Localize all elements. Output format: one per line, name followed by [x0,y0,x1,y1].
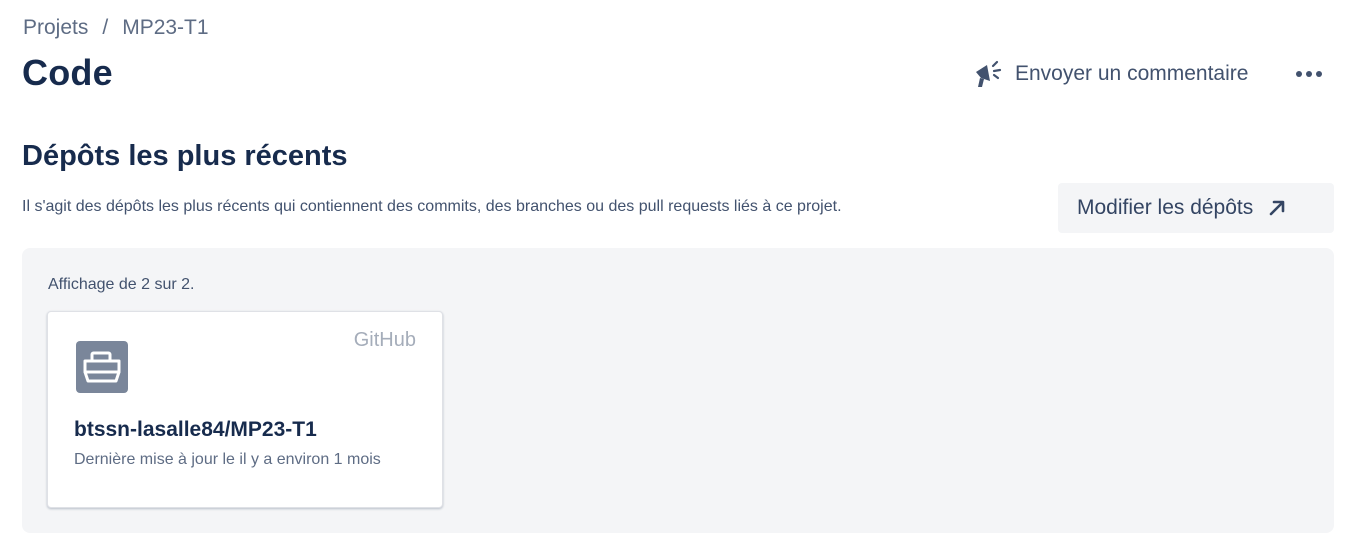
section-title: Dépôts les plus récents [22,140,348,172]
more-horizontal-icon [1296,71,1302,77]
repository-name: btssn-lasalle84/MP23-T1 [74,418,317,441]
arrow-up-right-icon [1267,198,1287,218]
breadcrumb: Projets / MP23-T1 [23,16,209,40]
edit-repositories-label: Modifier les dépôts [1077,196,1254,219]
repositories-panel: Affichage de 2 sur 2. GitHub btssn-lasal… [22,248,1334,533]
send-feedback-button[interactable]: Envoyer un commentaire [973,58,1248,90]
repository-provider: GitHub [353,329,416,351]
more-horizontal-icon-dot [1316,71,1322,77]
breadcrumb-separator: / [102,16,109,39]
page-title: Code [22,52,113,93]
repository-card[interactable]: GitHub btssn-lasalle84/MP23-T1 Dernière … [47,311,443,508]
section-description: Il s'agit des dépôts les plus récents qu… [22,198,842,215]
repository-boat-icon [76,341,128,393]
breadcrumb-projects-link[interactable]: Projets [23,16,88,40]
more-actions-button[interactable] [1290,60,1328,88]
repository-updated: Dernière mise à jour le il y a environ 1… [74,451,381,468]
repositories-count: Affichage de 2 sur 2. [48,276,195,293]
send-feedback-label: Envoyer un commentaire [1015,62,1249,85]
megaphone-icon [973,58,1005,90]
breadcrumb-project-link[interactable]: MP23-T1 [122,16,208,40]
more-horizontal-icon-dot [1306,71,1312,77]
edit-repositories-button[interactable]: Modifier les dépôts [1058,183,1334,233]
